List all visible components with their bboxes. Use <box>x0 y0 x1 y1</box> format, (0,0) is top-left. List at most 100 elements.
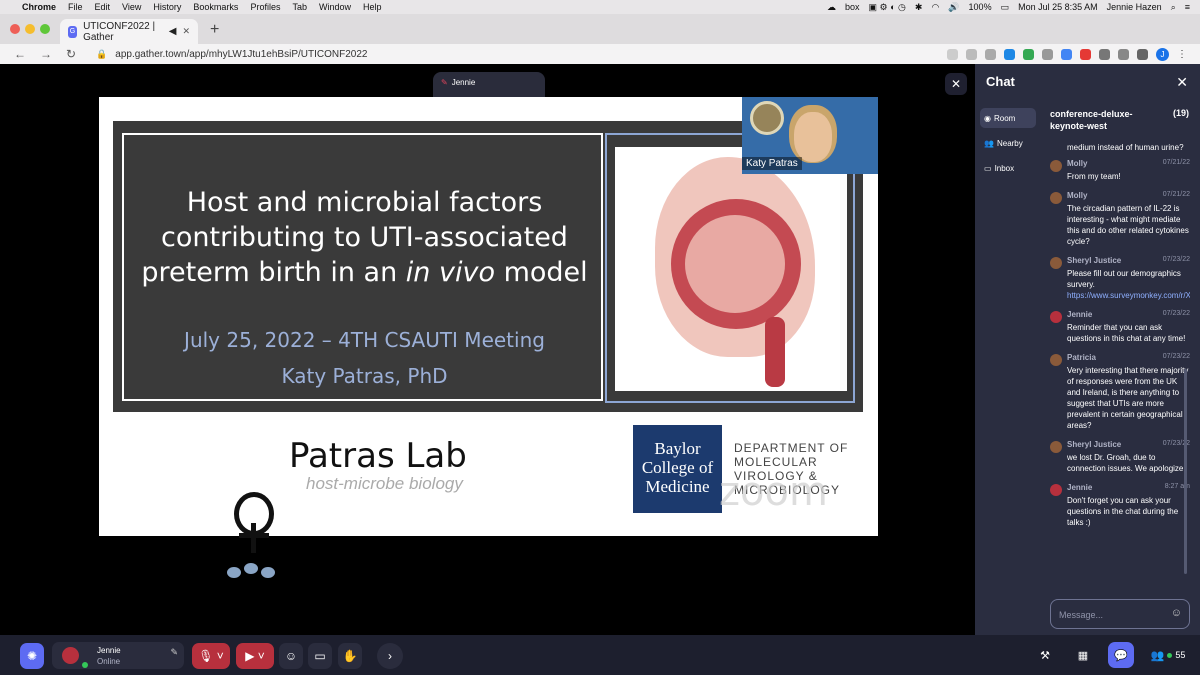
back-arrow-icon[interactable]: ← <box>14 47 26 61</box>
window-zoom-button[interactable] <box>40 24 50 34</box>
menu-item-view[interactable]: View <box>122 2 141 12</box>
calendar-button[interactable]: ▦ <box>1070 642 1096 668</box>
window-minimize-button[interactable] <box>25 24 35 34</box>
menu-app-name[interactable]: Chrome <box>22 2 56 12</box>
tab-nearby[interactable]: 👥 Nearby <box>980 133 1036 153</box>
menu-item-tab[interactable]: Tab <box>292 2 307 12</box>
mic-toggle-button[interactable]: 🎙 ˅ <box>192 643 230 669</box>
participants-button[interactable]: 👥 55 <box>1146 642 1190 668</box>
kebab-menu-icon[interactable]: ⋮ <box>1177 49 1188 60</box>
tab-room[interactable]: ◉ Room <box>980 108 1036 128</box>
menu-item-help[interactable]: Help <box>363 2 382 12</box>
avatar <box>1050 257 1062 269</box>
extension-icon[interactable] <box>1042 48 1053 60</box>
profile-avatar[interactable]: J <box>1156 47 1169 61</box>
control-center-icon[interactable]: ≡ <box>1185 2 1190 12</box>
tab-close-icon[interactable]: ✕ <box>182 26 190 37</box>
presenter-video-tile[interactable]: Katy Patras <box>742 97 878 174</box>
window-close-button[interactable] <box>10 24 20 34</box>
avatar <box>1050 484 1062 496</box>
extensions-puzzle-icon[interactable] <box>1099 48 1110 60</box>
user-status-chip[interactable]: Jennie Online ✎ <box>52 642 184 669</box>
extension-icon[interactable] <box>1004 48 1015 60</box>
new-tab-button[interactable]: + <box>210 21 219 39</box>
expand-button[interactable]: › <box>377 643 403 669</box>
illustration-cervix <box>765 317 785 387</box>
sidebar-icon[interactable] <box>1137 48 1148 60</box>
illustration-fetus <box>685 215 785 313</box>
survey-link[interactable]: https://www.surveymonkey.com/r/XQFCK6S <box>1067 291 1190 300</box>
camera-off-icon: ▶ ˅ <box>245 649 265 663</box>
mac-menu-bar: Chrome File Edit View History Bookmarks … <box>0 0 1200 14</box>
extension-icon[interactable] <box>1080 48 1091 60</box>
menu-item-window[interactable]: Window <box>319 2 351 12</box>
bacteria-icon <box>244 563 258 574</box>
avatar <box>1050 311 1062 323</box>
chat-message-list[interactable]: medium instead of human urine? Molly 07/… <box>1050 144 1190 594</box>
chat-message-text: we lost Dr. Groah, due to connection iss… <box>1067 453 1184 473</box>
chat-message: Molly 07/21/22 The circadian pattern of … <box>1050 191 1190 247</box>
chat-message-date: 07/23/22 <box>1162 310 1190 317</box>
volume-icon[interactable]: 🔊 <box>948 2 959 13</box>
reading-list-icon[interactable] <box>1118 48 1129 60</box>
chat-scrollbar[interactable] <box>1184 369 1187 574</box>
raise-hand-button[interactable]: ✋ <box>338 643 362 669</box>
chat-message-text: The circadian pattern of IL-22 is intere… <box>1067 204 1189 246</box>
menu-item-bookmarks[interactable]: Bookmarks <box>193 2 238 12</box>
status-icons[interactable]: ▣ ⚙ ◐ ◷ <box>869 2 906 13</box>
spotlight-icon[interactable]: ⌕ <box>1171 2 1176 13</box>
close-icon[interactable]: ✕ <box>945 73 967 95</box>
emote-button[interactable]: ☺ <box>279 643 303 669</box>
chat-message-date: 07/21/22 <box>1162 191 1190 198</box>
cloud-icon[interactable]: ☁ <box>827 2 836 13</box>
url-text[interactable]: app.gather.town/app/mhyLW1Jtu1ehBsiP/UTI… <box>115 49 367 60</box>
tab-inbox[interactable]: ▭ Inbox <box>980 158 1036 178</box>
camera-toggle-button[interactable]: ▶ ˅ <box>236 643 274 669</box>
close-icon[interactable]: ✕ <box>1176 74 1188 91</box>
wifi-icon[interactable]: ◠ <box>931 2 939 13</box>
extension-icon[interactable] <box>1061 48 1072 60</box>
browser-tab[interactable]: G UTICONF2022 | Gather ◀ ✕ <box>60 19 198 44</box>
battery-percent[interactable]: 100% <box>969 2 992 12</box>
reload-icon[interactable]: ↻ <box>66 47 76 61</box>
patras-lab-logo-icon <box>251 523 256 553</box>
battery-icon[interactable]: ▭ <box>1001 2 1010 13</box>
room-icon: ◉ <box>984 113 991 123</box>
lock-icon[interactable]: 🔒 <box>96 49 107 60</box>
zoom-watermark: zoom <box>719 469 828 515</box>
bookmark-star-icon[interactable] <box>985 48 996 60</box>
menu-item-edit[interactable]: Edit <box>95 2 111 12</box>
chat-button[interactable]: 💬 <box>1108 642 1134 668</box>
chat-input-box[interactable]: ☺ <box>1050 599 1190 629</box>
user-name-menu[interactable]: Jennie Hazen <box>1107 2 1162 12</box>
address-bar-row: ← → ↻ 🔒 app.gather.town/app/mhyLW1Jtu1eh… <box>0 44 1200 64</box>
background-artwork <box>750 101 784 135</box>
online-status-dot <box>82 662 88 668</box>
box-app-icon[interactable]: box <box>845 2 860 12</box>
chat-message-text: Please fill out our demographics survery… <box>1067 268 1190 301</box>
bottom-toolbar: ✺ Jennie Online ✎ 🎙 ˅ ▶ ˅ ☺ ▭ ✋ › ⚒ ▦ 💬 … <box>0 635 1200 675</box>
menu-item-file[interactable]: File <box>68 2 83 12</box>
build-button[interactable]: ⚒ <box>1032 642 1058 668</box>
microphone-icon[interactable] <box>947 48 958 60</box>
share-icon[interactable] <box>966 48 977 60</box>
bluetooth-icon[interactable]: ✱ <box>915 2 923 13</box>
clock[interactable]: Mon Jul 25 8:35 AM <box>1018 2 1098 12</box>
tab-audio-icon[interactable]: ◀ <box>169 26 177 37</box>
menu-item-history[interactable]: History <box>153 2 181 12</box>
gather-menu-button[interactable]: ✺ <box>20 643 44 669</box>
bottom-right-controls: ⚒ ▦ 💬 👥 55 <box>1032 642 1190 668</box>
chat-input[interactable] <box>1059 608 1169 622</box>
forward-arrow-icon[interactable]: → <box>40 47 52 61</box>
emoji-icon[interactable]: ☺ <box>1171 607 1182 619</box>
extension-icon[interactable] <box>1023 48 1034 60</box>
menu-item-profiles[interactable]: Profiles <box>250 2 280 12</box>
department-line: DEPARTMENT OF <box>734 441 849 455</box>
bacteria-icon <box>227 567 241 578</box>
chat-message-date: 07/23/22 <box>1162 256 1190 263</box>
chat-panel: Chat ✕ ◉ Room 👥 Nearby ▭ Inbox conferenc… <box>975 64 1200 635</box>
screen-share-button[interactable]: ▭ <box>308 643 332 669</box>
tab-room-label: Room <box>993 113 1016 123</box>
chat-header: Chat <box>986 74 1015 89</box>
edit-icon[interactable]: ✎ <box>170 647 178 658</box>
